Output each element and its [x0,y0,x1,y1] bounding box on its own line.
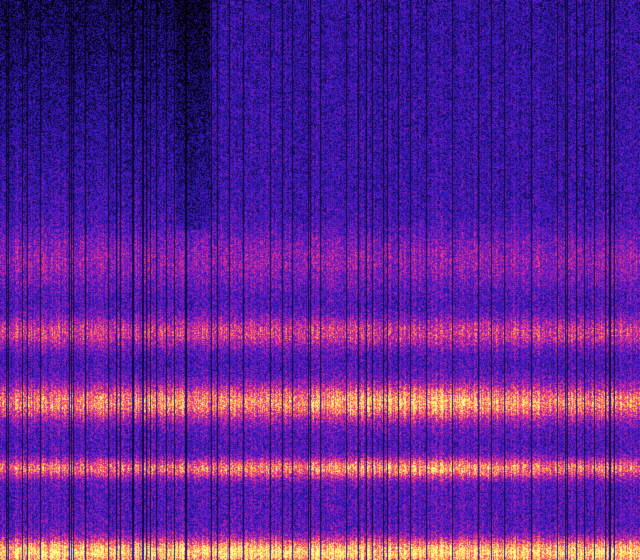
spectrogram-canvas [0,0,640,560]
spectrogram-image [0,0,640,560]
